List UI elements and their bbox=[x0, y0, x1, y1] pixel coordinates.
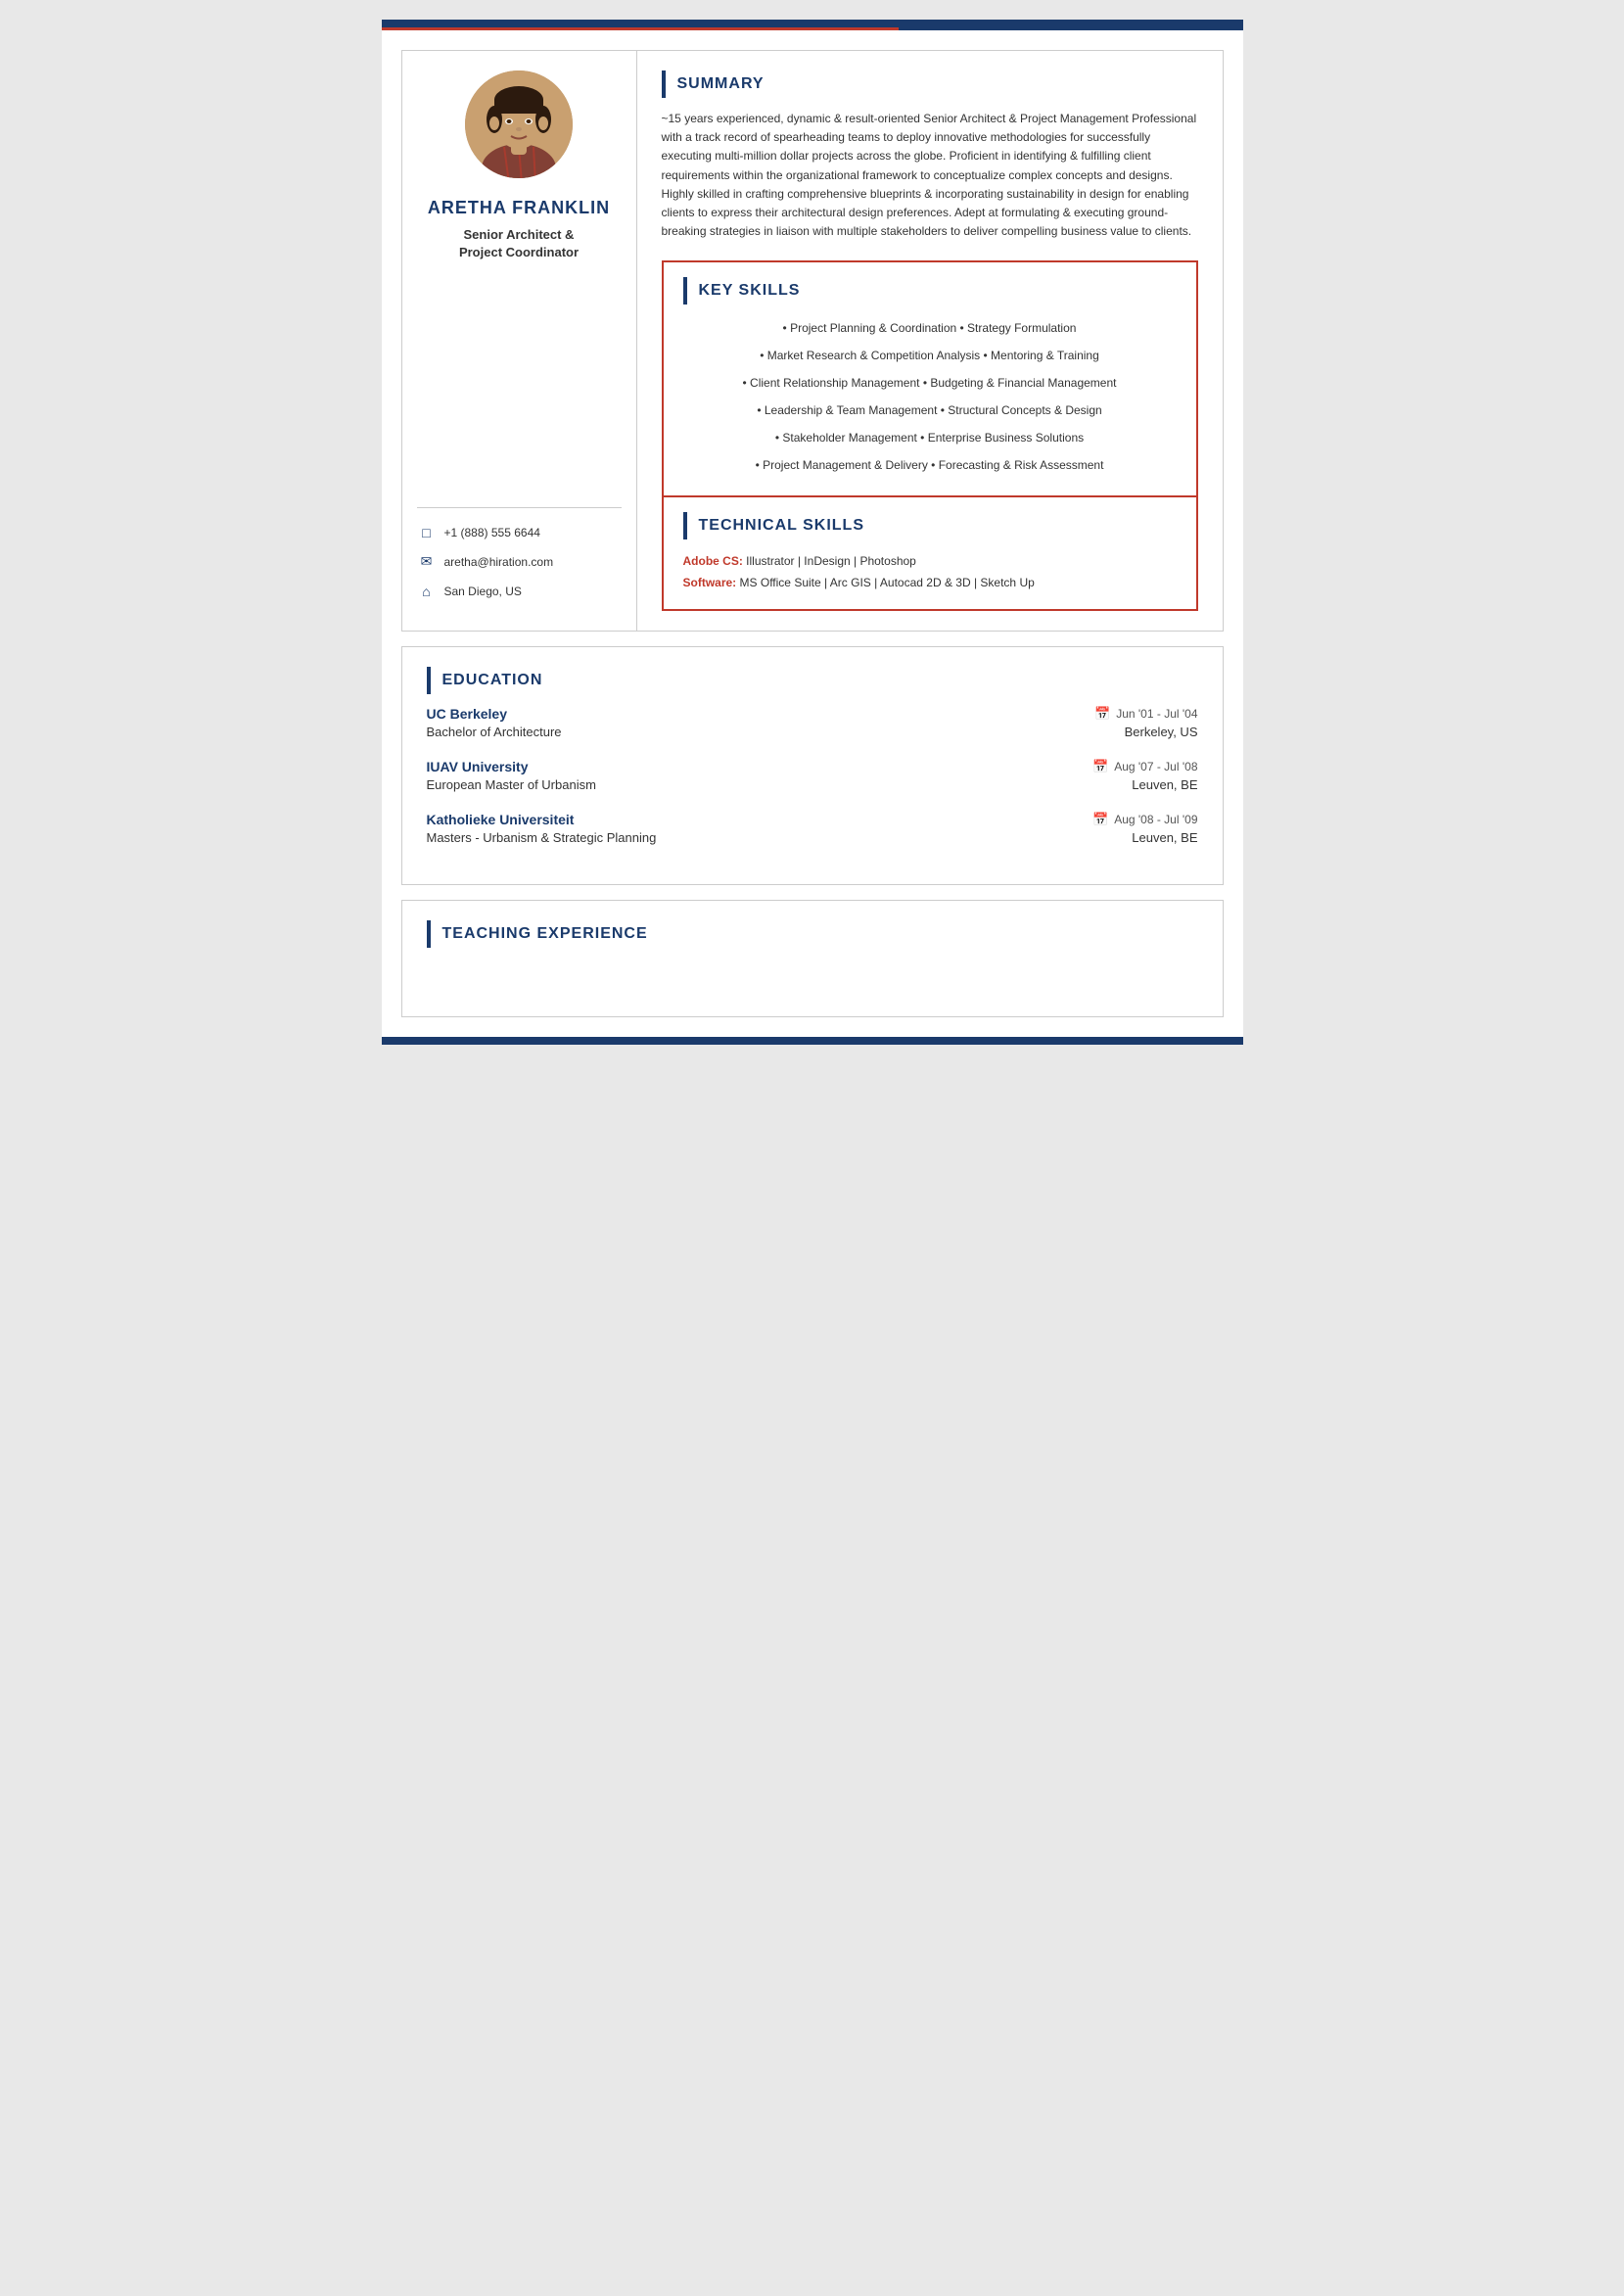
calendar-icon: 📅 bbox=[1094, 706, 1110, 722]
top-section: ARETHA FRANKLiN Senior Architect & Proje… bbox=[401, 50, 1224, 632]
tech-skills-header: TECHNICAL SKILLS bbox=[683, 512, 1177, 539]
tech-skills-text: Adobe CS: Illustrator | InDesign | Photo… bbox=[683, 551, 1177, 593]
edu-date: 📅 Jun '01 - Jul '04 bbox=[1094, 706, 1197, 722]
education-entry: IUAV University 📅 Aug '07 - Jul '08 Euro… bbox=[427, 759, 1198, 792]
education-section: EDUCATION UC Berkeley 📅 Jun '01 - Jul '0… bbox=[401, 646, 1224, 885]
edu-row-bottom: European Master of Urbanism Leuven, BE bbox=[427, 777, 1198, 792]
software-line: Software: MS Office Suite | Arc GIS | Au… bbox=[683, 573, 1177, 594]
bottom-accent-bar bbox=[382, 1037, 1243, 1045]
edu-row-top: Katholieke Universiteit 📅 Aug '08 - Jul … bbox=[427, 812, 1198, 827]
summary-text: ~15 years experienced, dynamic & result-… bbox=[662, 110, 1198, 241]
edu-row-top: IUAV University 📅 Aug '07 - Jul '08 bbox=[427, 759, 1198, 774]
location-contact: ⌂ San Diego, US bbox=[417, 582, 622, 601]
contact-section: □ +1 (888) 555 6644 ✉ aretha@hiration.co… bbox=[417, 507, 622, 611]
teaching-title: TEACHING EXPERIENCE bbox=[442, 925, 648, 943]
skill-item: • Project Planning & Coordination • Stra… bbox=[683, 316, 1177, 340]
edu-row-bottom: Bachelor of Architecture Berkeley, US bbox=[427, 725, 1198, 739]
tech-skills-bar bbox=[683, 512, 687, 539]
software-value: MS Office Suite | Arc GIS | Autocad 2D &… bbox=[736, 576, 1035, 589]
edu-row-bottom: Masters - Urbanism & Strategic Planning … bbox=[427, 830, 1198, 845]
phone-icon: □ bbox=[417, 523, 437, 542]
edu-date: 📅 Aug '07 - Jul '08 bbox=[1092, 759, 1198, 774]
phone-value: +1 (888) 555 6644 bbox=[444, 526, 540, 539]
avatar bbox=[465, 70, 573, 178]
education-entry: UC Berkeley 📅 Jun '01 - Jul '04 Bachelor… bbox=[427, 706, 1198, 739]
adobe-label: Adobe CS: bbox=[683, 554, 743, 568]
calendar-icon: 📅 bbox=[1092, 812, 1108, 827]
candidate-title: Senior Architect & Project Coordinator bbox=[428, 226, 610, 261]
top-accent-bar bbox=[382, 20, 1243, 27]
education-bar bbox=[427, 667, 431, 694]
edu-location: Leuven, BE bbox=[1132, 777, 1197, 792]
edu-institution: UC Berkeley bbox=[427, 706, 508, 722]
education-title: EDUCATION bbox=[442, 672, 543, 689]
email-icon: ✉ bbox=[417, 552, 437, 572]
skill-item: • Leadership & Team Management • Structu… bbox=[683, 398, 1177, 422]
main-content: SUMMARY ~15 years experienced, dynamic &… bbox=[637, 51, 1223, 631]
edu-date-value: Aug '08 - Jul '09 bbox=[1114, 813, 1197, 826]
edu-degree: Masters - Urbanism & Strategic Planning bbox=[427, 830, 657, 845]
sidebar: ARETHA FRANKLiN Senior Architect & Proje… bbox=[402, 51, 637, 631]
phone-contact: □ +1 (888) 555 6644 bbox=[417, 523, 622, 542]
summary-bar bbox=[662, 70, 666, 98]
calendar-icon: 📅 bbox=[1092, 759, 1108, 774]
adobe-value: Illustrator | InDesign | Photoshop bbox=[743, 554, 916, 568]
location-icon: ⌂ bbox=[417, 582, 437, 601]
edu-location: Berkeley, US bbox=[1125, 725, 1198, 739]
edu-institution: IUAV University bbox=[427, 759, 529, 774]
tech-skills-title: TECHNICAL SKILLS bbox=[699, 517, 864, 535]
edu-institution: Katholieke Universiteit bbox=[427, 812, 575, 827]
name-section: ARETHA FRANKLiN Senior Architect & Proje… bbox=[428, 198, 610, 261]
skill-item: • Market Research & Competition Analysis… bbox=[683, 344, 1177, 367]
edu-row-top: UC Berkeley 📅 Jun '01 - Jul '04 bbox=[427, 706, 1198, 722]
page-content: ARETHA FRANKLiN Senior Architect & Proje… bbox=[382, 30, 1243, 1037]
candidate-name: ARETHA FRANKLiN bbox=[428, 198, 610, 218]
edu-location: Leuven, BE bbox=[1132, 830, 1197, 845]
skills-list: • Project Planning & Coordination • Stra… bbox=[683, 316, 1177, 477]
skill-item: • Project Management & Delivery • Foreca… bbox=[683, 453, 1177, 477]
teaching-header: TEACHING EXPERIENCE bbox=[427, 920, 1198, 948]
tech-skills-box: TECHNICAL SKILLS Adobe CS: Illustrator |… bbox=[662, 497, 1198, 610]
location-value: San Diego, US bbox=[444, 585, 522, 598]
key-skills-header: KEY SKILLS bbox=[683, 277, 1177, 305]
email-value: aretha@hiration.com bbox=[444, 555, 554, 569]
edu-degree: European Master of Urbanism bbox=[427, 777, 596, 792]
edu-date: 📅 Aug '08 - Jul '09 bbox=[1092, 812, 1198, 827]
edu-date-value: Jun '01 - Jul '04 bbox=[1116, 707, 1197, 721]
email-contact: ✉ aretha@hiration.com bbox=[417, 552, 622, 572]
edu-date-value: Aug '07 - Jul '08 bbox=[1114, 760, 1197, 773]
education-entries: UC Berkeley 📅 Jun '01 - Jul '04 Bachelor… bbox=[427, 706, 1198, 845]
education-entry: Katholieke Universiteit 📅 Aug '08 - Jul … bbox=[427, 812, 1198, 845]
teaching-bar bbox=[427, 920, 431, 948]
skill-item: • Stakeholder Management • Enterprise Bu… bbox=[683, 426, 1177, 449]
key-skills-box: KEY SKILLS • Project Planning & Coordina… bbox=[662, 260, 1198, 497]
education-header: EDUCATION bbox=[427, 667, 1198, 694]
software-label: Software: bbox=[683, 576, 737, 589]
teaching-experience-section: TEACHING EXPERIENCE bbox=[401, 900, 1224, 1017]
key-skills-bar bbox=[683, 277, 687, 305]
summary-header: SUMMARY bbox=[662, 70, 1198, 98]
resume-page: ARETHA FRANKLiN Senior Architect & Proje… bbox=[382, 20, 1243, 1045]
key-skills-title: KEY SKILLS bbox=[699, 282, 801, 300]
adobe-cs-line: Adobe CS: Illustrator | InDesign | Photo… bbox=[683, 551, 1177, 573]
skill-item: • Client Relationship Management • Budge… bbox=[683, 371, 1177, 395]
summary-title: SUMMARY bbox=[677, 75, 765, 93]
edu-degree: Bachelor of Architecture bbox=[427, 725, 562, 739]
